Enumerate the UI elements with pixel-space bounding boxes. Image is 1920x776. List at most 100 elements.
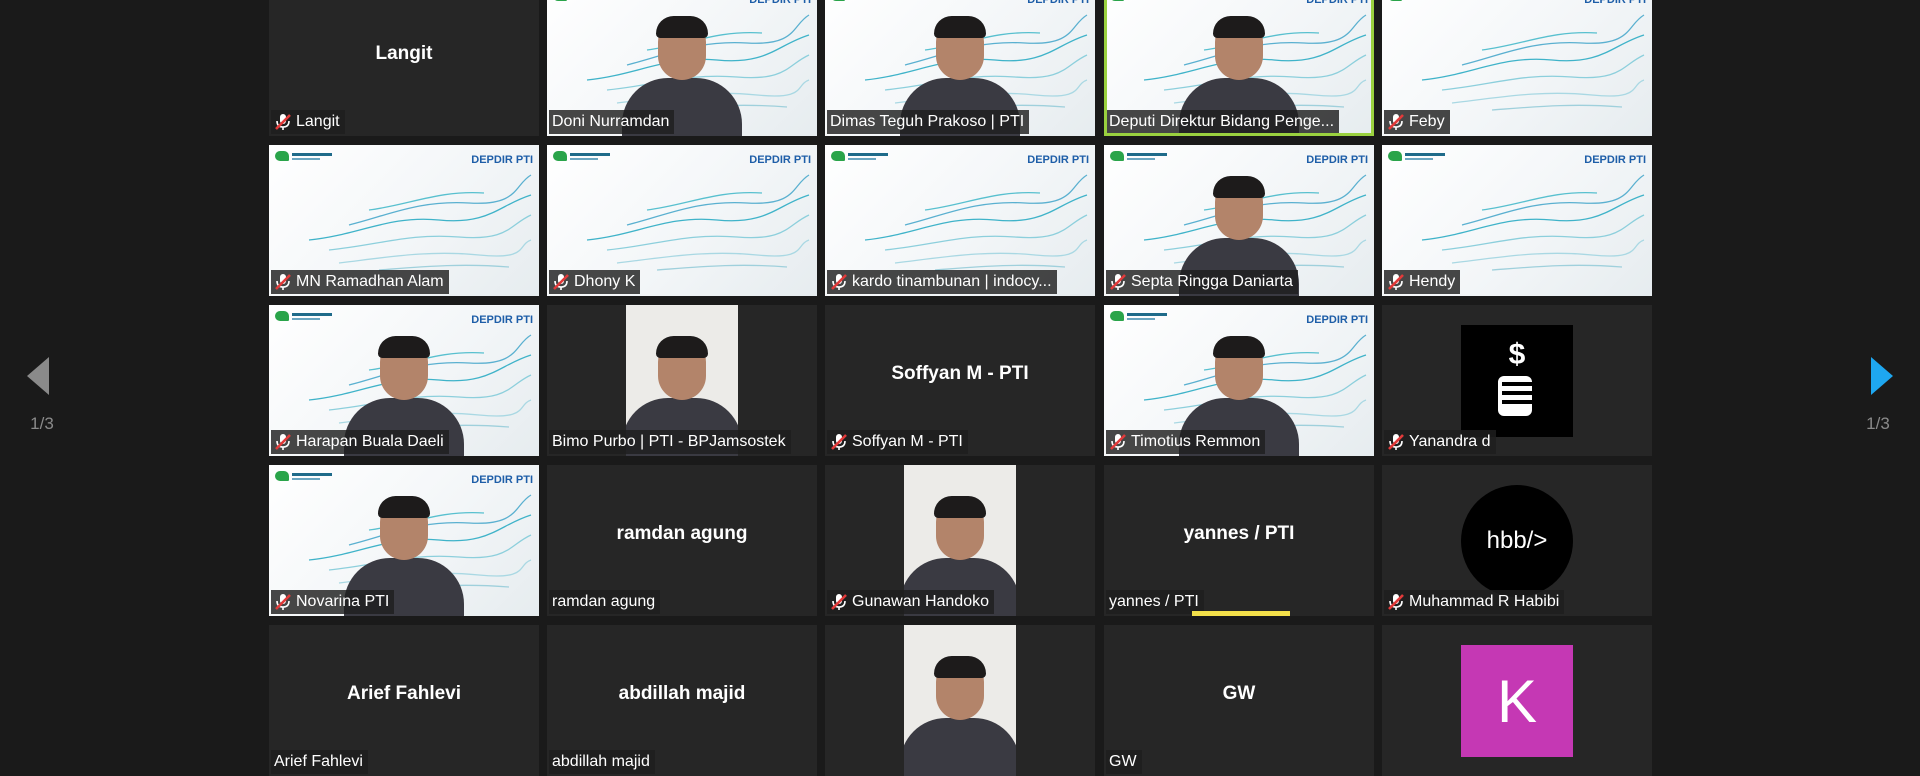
- participant-name: Gunawan Handoko: [852, 593, 989, 610]
- depdir-overlay-text: DEPDIR PTI: [1584, 0, 1646, 6]
- participant-name-label: Harapan Buala Daeli: [271, 430, 449, 454]
- muted-mic-icon: [1110, 274, 1126, 290]
- participant-tile[interactable]: DEPDIR PTI Novarina PTI: [269, 465, 539, 616]
- participant-display-name: Arief Fahlevi: [346, 683, 462, 704]
- participant-tile[interactable]: DEPDIR PTI Harapan Buala Daeli: [269, 305, 539, 456]
- participant-tile[interactable]: Bimo Purbo | PTI - BPJamsostek: [547, 305, 817, 456]
- depdir-overlay-text: DEPDIR PTI: [1027, 154, 1089, 166]
- bpjs-logo: [553, 0, 610, 1]
- participant-tile[interactable]: Arief Fahlevi Arief Fahlevi: [269, 625, 539, 776]
- bpjs-logo: [275, 471, 332, 481]
- participant-name-label: Timotius Remmon: [1106, 430, 1266, 454]
- depdir-overlay-text: DEPDIR PTI: [1306, 314, 1368, 326]
- participant-name: Doni Nurramdan: [552, 113, 670, 130]
- participant-name: MN Ramadhan Alam: [296, 273, 444, 290]
- participant-name-label: Doni Nurramdan: [549, 110, 675, 134]
- svg-text:$: $: [1509, 338, 1526, 371]
- avatar: hbb/>: [1461, 485, 1573, 597]
- profile-picture: [904, 625, 1016, 776]
- participant-name: Langit: [296, 113, 340, 130]
- chevron-left-icon: [27, 357, 49, 395]
- participant-tile[interactable]: K: [1382, 625, 1652, 776]
- participant-name: Dimas Teguh Prakoso | PTI: [830, 113, 1025, 130]
- participant-tile[interactable]: DEPDIR PTI Septa Ringga Daniarta: [1104, 145, 1374, 296]
- participant-tile[interactable]: ramdan agung ramdan agung: [547, 465, 817, 616]
- participant-tile[interactable]: Soffyan M - PTI Soffyan M - PTI: [825, 305, 1095, 456]
- participant-name-label: Septa Ringga Daniarta: [1106, 270, 1298, 294]
- participant-name: Dhony K: [574, 273, 636, 290]
- participant-name-label: kardo tinambunan | indocy...: [827, 270, 1057, 294]
- participant-name: Harapan Buala Daeli: [296, 433, 444, 450]
- participant-tile[interactable]: yannes / PTI yannes / PTI: [1104, 465, 1374, 616]
- avatar-text: hbb/>: [1486, 527, 1548, 554]
- avatar: K: [1461, 645, 1573, 757]
- participant-name: Novarina PTI: [296, 593, 390, 610]
- participant-tile[interactable]: GW GW: [1104, 625, 1374, 776]
- participant-tile[interactable]: Langit Langit: [269, 0, 539, 136]
- participant-grid: Langit Langit DEPDIR PTI Doni Nurramdan DEPD…: [0, 0, 1920, 776]
- muted-mic-icon: [831, 274, 847, 290]
- participant-tile[interactable]: DEPDIR PTI kardo tinambunan | indocy...: [825, 145, 1095, 296]
- chevron-right-icon: [1871, 357, 1893, 395]
- participant-tile[interactable]: DEPDIR PTI Deputi Direktur Bidang Penge..…: [1104, 0, 1374, 136]
- page-indicator-right: 1/3: [1866, 414, 1890, 433]
- participant-tile[interactable]: Gunawan Handoko: [825, 465, 1095, 616]
- participant-name: Feby: [1409, 113, 1445, 130]
- participant-name: Muhammad R Habibi: [1409, 593, 1560, 610]
- bpjs-logo: [1388, 0, 1445, 1]
- participant-tile[interactable]: DEPDIR PTI Dhony K: [547, 145, 817, 296]
- participant-tile[interactable]: DEPDIR PTI Timotius Remmon: [1104, 305, 1374, 456]
- next-page-button[interactable]: [1862, 352, 1902, 400]
- participant-tile[interactable]: DEPDIR PTI Feby: [1382, 0, 1652, 136]
- previous-page-button[interactable]: [18, 352, 58, 400]
- depdir-overlay-text: DEPDIR PTI: [749, 154, 811, 166]
- participant-tile[interactable]: DEPDIR PTI Doni Nurramdan: [547, 0, 817, 136]
- participant-name: Yanandra d: [1409, 433, 1491, 450]
- participant-tile[interactable]: $ Yanandra d: [1382, 305, 1652, 456]
- bpjs-logo: [1110, 0, 1167, 1]
- depdir-overlay-text: DEPDIR PTI: [1027, 0, 1089, 6]
- participant-name: Septa Ringga Daniarta: [1131, 273, 1293, 290]
- depdir-overlay-text: DEPDIR PTI: [471, 474, 533, 486]
- participant-name-label: Langit: [271, 110, 345, 134]
- participant-tile[interactable]: DEPDIR PTI MN Ramadhan Alam: [269, 145, 539, 296]
- depdir-overlay-text: DEPDIR PTI: [1584, 154, 1646, 166]
- participant-name-label: ramdan agung: [549, 590, 661, 614]
- depdir-overlay-text: DEPDIR PTI: [749, 0, 811, 6]
- participant-name-label: Dimas Teguh Prakoso | PTI: [827, 110, 1030, 134]
- participant-name-label: Feby: [1384, 110, 1450, 134]
- depdir-overlay-text: DEPDIR PTI: [1306, 0, 1368, 6]
- participant-name: GW: [1109, 753, 1137, 770]
- participant-name-label: Soffyan M - PTI: [827, 430, 968, 454]
- muted-mic-icon: [1388, 434, 1404, 450]
- participant-name-label: yannes / PTI: [1106, 590, 1204, 614]
- bpjs-logo: [275, 311, 332, 321]
- participant-name: kardo tinambunan | indocy...: [852, 273, 1052, 290]
- muted-mic-icon: [275, 434, 291, 450]
- participant-name-label: abdillah majid: [549, 750, 655, 774]
- participant-name-label: MN Ramadhan Alam: [271, 270, 449, 294]
- participant-tile[interactable]: DEPDIR PTI Hendy: [1382, 145, 1652, 296]
- participant-name-label: Dhony K: [549, 270, 641, 294]
- muted-mic-icon: [553, 274, 569, 290]
- participant-tile[interactable]: hbb/> Muhammad R Habibi: [1382, 465, 1652, 616]
- bpjs-logo: [553, 151, 610, 161]
- bpjs-logo: [831, 0, 888, 1]
- participant-name: Hendy: [1409, 273, 1456, 290]
- participant-tile[interactable]: abdillah majid abdillah majid: [547, 625, 817, 776]
- participant-display-name: yannes / PTI: [1183, 523, 1295, 544]
- speaking-indicator: [1192, 611, 1290, 616]
- muted-mic-icon: [275, 114, 291, 130]
- participant-name: Arief Fahlevi: [274, 753, 363, 770]
- participant-tile[interactable]: [825, 625, 1095, 776]
- participant-name: Soffyan M - PTI: [852, 433, 963, 450]
- depdir-overlay-text: DEPDIR PTI: [471, 314, 533, 326]
- bpjs-logo: [1110, 151, 1167, 161]
- participant-tile[interactable]: DEPDIR PTI Dimas Teguh Prakoso | PTI: [825, 0, 1095, 136]
- page-indicator-left: 1/3: [30, 414, 54, 433]
- muted-mic-icon: [1110, 434, 1126, 450]
- dollar-hand-icon: $: [1461, 325, 1573, 437]
- depdir-overlay-text: DEPDIR PTI: [471, 154, 533, 166]
- bpjs-logo: [1388, 151, 1445, 161]
- muted-mic-icon: [1388, 274, 1404, 290]
